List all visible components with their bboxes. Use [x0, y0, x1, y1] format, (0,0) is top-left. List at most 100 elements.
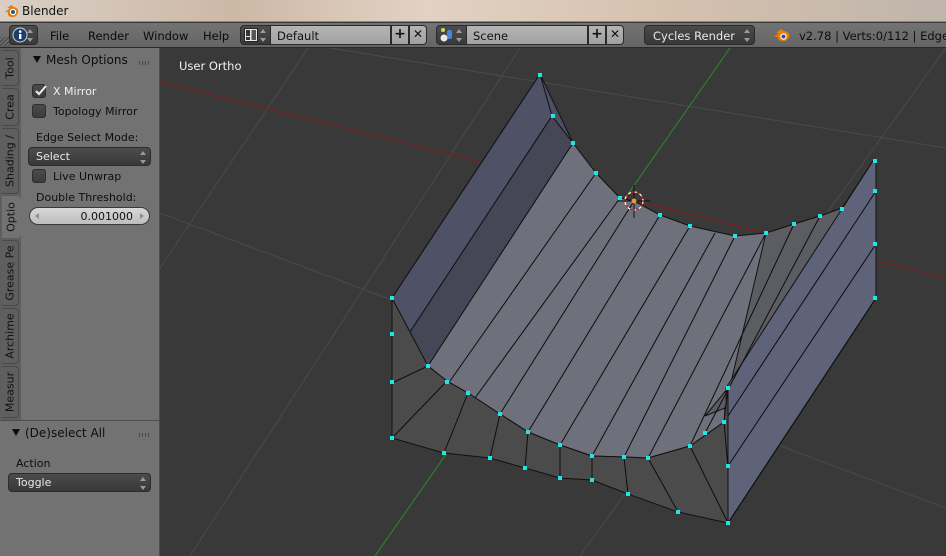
- window-title-bar: Blender: [0, 0, 946, 22]
- live-unwrap-checkbox[interactable]: [32, 169, 46, 183]
- mesh-options-title: Mesh Options: [46, 53, 128, 67]
- operator-title: (De)select All: [25, 426, 106, 440]
- vertex: [442, 451, 446, 455]
- mesh-options-panel-header[interactable]: Mesh Options: [33, 53, 128, 67]
- updown-arrows-icon: [140, 477, 147, 490]
- decrement-arrow-icon[interactable]: [35, 213, 39, 219]
- vertex: [726, 464, 730, 468]
- screen-add-button[interactable]: +: [391, 25, 409, 45]
- scene-icon: [440, 28, 452, 42]
- menu-window[interactable]: Window: [143, 29, 188, 43]
- vertex: [523, 466, 527, 470]
- vertex: [873, 159, 877, 163]
- vertex: [840, 207, 844, 211]
- vertex: [390, 296, 394, 300]
- vertex: [722, 420, 726, 424]
- vertex: [590, 478, 594, 482]
- edge-select-mode-dropdown[interactable]: Select: [28, 147, 151, 166]
- action-dropdown[interactable]: Toggle: [8, 473, 151, 492]
- vertex: [873, 296, 877, 300]
- info-icon: [12, 27, 28, 43]
- vertex: [538, 73, 542, 77]
- vertex: [733, 234, 737, 238]
- panel-drag-grip-icon[interactable]: [139, 433, 149, 437]
- topology-mirror-checkbox[interactable]: [32, 104, 46, 118]
- vertex: [390, 332, 394, 336]
- updown-arrows-icon: [27, 29, 34, 42]
- tab-label: Optio: [4, 202, 18, 232]
- screen-layout-icon: [244, 28, 258, 42]
- increment-arrow-icon[interactable]: [140, 213, 144, 219]
- vertex: [558, 476, 562, 480]
- panel-divider: [0, 420, 159, 421]
- tab-label: Archime: [3, 313, 17, 359]
- tool-shelf-tabs: Tool Crea Shading / Optio Grease Pe Arch…: [0, 48, 21, 420]
- screen-layout-browse[interactable]: [240, 25, 271, 45]
- vertex: [426, 364, 430, 368]
- vertex: [466, 391, 470, 395]
- 3d-viewport[interactable]: User Ortho: [160, 48, 946, 556]
- tab-label: Crea: [3, 94, 17, 120]
- panel-drag-grip-icon[interactable]: [139, 61, 149, 65]
- scene-name-field[interactable]: Scene: [467, 25, 588, 45]
- vertex: [498, 412, 502, 416]
- view-label: User Ortho: [179, 59, 242, 73]
- updown-arrows-icon: [260, 29, 267, 42]
- vertex: [726, 521, 730, 525]
- tab-options[interactable]: Optio: [2, 196, 21, 238]
- double-threshold-field[interactable]: 0.001000: [29, 207, 150, 225]
- vertex: [390, 436, 394, 440]
- screen-remove-button[interactable]: ✕: [409, 25, 427, 45]
- menu-render[interactable]: Render: [88, 29, 129, 43]
- screen-layout-name-field[interactable]: Default: [271, 25, 391, 45]
- tab-shading-uvs[interactable]: Shading /: [2, 128, 19, 194]
- x-mirror-label: X Mirror: [53, 85, 97, 98]
- scene-remove-button[interactable]: ✕: [606, 25, 624, 45]
- tab-label: Measur: [3, 371, 17, 413]
- tab-archimesh[interactable]: Archime: [2, 308, 19, 364]
- render-engine-dropdown[interactable]: Cycles Render: [644, 25, 755, 45]
- vertex: [818, 214, 822, 218]
- vertex: [618, 196, 622, 200]
- edge-select-mode-label: Edge Select Mode:: [36, 131, 139, 144]
- vertex: [688, 444, 692, 448]
- vertex: [488, 456, 492, 460]
- checkmark-icon: [35, 85, 47, 96]
- menu-file[interactable]: File: [50, 29, 69, 43]
- vertex: [590, 454, 594, 458]
- tab-measureit[interactable]: Measur: [2, 366, 19, 418]
- operator-panel-header[interactable]: (De)select All: [12, 426, 105, 440]
- live-unwrap-label: Live Unwrap: [53, 170, 122, 183]
- blender-logo-icon: [774, 29, 790, 42]
- vertex: [658, 213, 662, 217]
- action-value: Toggle: [16, 476, 52, 489]
- vertex: [390, 380, 394, 384]
- vertex: [626, 492, 630, 496]
- double-threshold-label: Double Threshold:: [36, 191, 137, 204]
- topology-mirror-label: Topology Mirror: [53, 105, 138, 118]
- info-header: File Render Window Help Default + ✕ Scen…: [0, 23, 946, 48]
- tab-create[interactable]: Crea: [2, 88, 19, 126]
- tab-label: Tool: [3, 57, 17, 79]
- collapse-triangle-icon: [12, 429, 20, 436]
- scene-add-button[interactable]: +: [588, 25, 606, 45]
- tab-label: Grease Pe: [3, 245, 17, 301]
- tab-grease-pencil[interactable]: Grease Pe: [2, 240, 19, 306]
- menu-help[interactable]: Help: [203, 29, 229, 43]
- vertex: [594, 171, 598, 175]
- vertex: [726, 386, 730, 390]
- grid-line: [329, 48, 946, 149]
- vertex: [622, 455, 626, 459]
- vertex: [792, 222, 796, 226]
- render-engine-value: Cycles Render: [653, 29, 736, 43]
- tab-tool[interactable]: Tool: [2, 50, 19, 86]
- x-mirror-checkbox[interactable]: [32, 84, 47, 98]
- vertex: [873, 242, 877, 246]
- updown-arrows-icon: [456, 29, 463, 42]
- editor-type-selector[interactable]: [9, 25, 38, 45]
- vertex: [526, 430, 530, 434]
- vertex: [676, 510, 680, 514]
- scene-browse[interactable]: [436, 25, 467, 45]
- viewport-canvas[interactable]: [160, 48, 946, 556]
- tool-shelf: Tool Crea Shading / Optio Grease Pe Arch…: [0, 48, 160, 556]
